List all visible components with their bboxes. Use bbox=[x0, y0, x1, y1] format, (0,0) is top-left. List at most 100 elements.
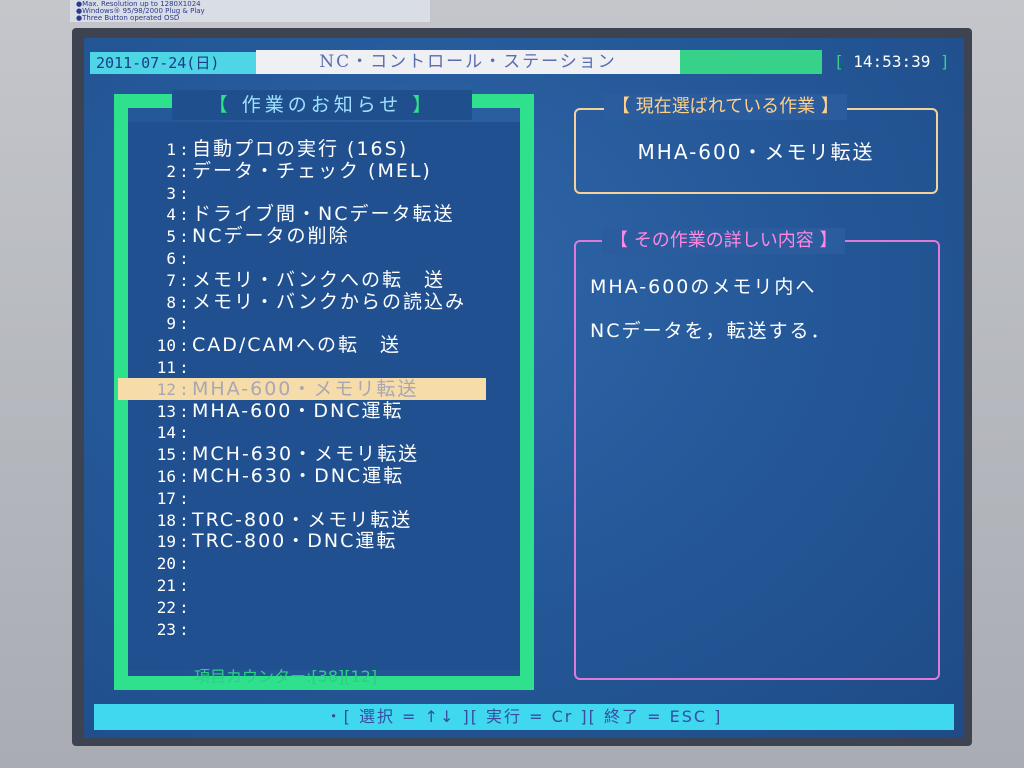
task-menu-item-separator: : bbox=[179, 402, 189, 421]
task-menu-item-separator: : bbox=[179, 184, 189, 203]
task-menu-item[interactable]: 15: MCH-630・メモリ転送 bbox=[138, 443, 419, 465]
task-menu-item-separator: : bbox=[179, 445, 189, 464]
task-menu-item-label: TRC-800・メモリ転送 bbox=[192, 509, 413, 531]
task-menu-item[interactable]: 21: bbox=[138, 574, 192, 596]
task-menu-item[interactable]: 11: bbox=[138, 356, 192, 378]
task-menu-item-separator: : bbox=[179, 271, 189, 290]
task-menu-item[interactable]: 2: データ・チェック (MEL) bbox=[138, 160, 432, 182]
task-menu-item-separator: : bbox=[179, 380, 189, 399]
task-menu-item-number: 5 bbox=[166, 227, 176, 246]
task-menu-item-separator: : bbox=[179, 532, 189, 551]
task-menu-item-separator: : bbox=[179, 227, 189, 246]
header-accent-bar bbox=[680, 50, 822, 74]
task-menu-item-label: NCデータの削除 bbox=[192, 225, 350, 247]
task-detail-line: NCデータを，転送する． bbox=[590, 320, 832, 342]
task-menu-item-number: 14 bbox=[156, 423, 176, 442]
task-menu-item-number: 17 bbox=[156, 489, 176, 508]
task-menu-item-number: 6 bbox=[166, 249, 176, 268]
task-menu-item[interactable]: 14: bbox=[138, 421, 192, 443]
task-menu-item[interactable]: 17: bbox=[138, 487, 192, 509]
task-menu-item-number: 15 bbox=[156, 445, 176, 464]
clock-bracket-close: ] bbox=[939, 52, 950, 71]
current-task-value: MHA-600・メモリ転送 bbox=[637, 140, 875, 164]
task-menu-item-label: CAD/CAMへの転 送 bbox=[192, 334, 401, 356]
task-menu-item-separator: : bbox=[179, 358, 189, 377]
task-menu-item-separator: : bbox=[179, 467, 189, 486]
task-menu-item-separator: : bbox=[179, 554, 189, 573]
task-menu-item-label: MCH-630・メモリ転送 bbox=[192, 443, 420, 465]
task-menu-item-label: MCH-630・DNC運転 bbox=[192, 465, 405, 487]
task-menu-item-number: 22 bbox=[156, 598, 176, 617]
task-menu-item-label: MHA-600・メモリ転送 bbox=[192, 378, 419, 400]
task-menu-item-separator: : bbox=[179, 576, 189, 595]
task-menu-item-number: 19 bbox=[156, 532, 176, 551]
task-menu-item[interactable]: 22: bbox=[138, 596, 192, 618]
monitor-spec-label: ●Max. Resolution up to 1280X1024 ●Window… bbox=[70, 0, 430, 22]
task-menu-item[interactable]: 19: TRC-800・DNC運転 bbox=[138, 530, 397, 552]
task-menu-item[interactable]: 18: TRC-800・メモリ転送 bbox=[138, 509, 412, 531]
task-menu-item-separator: : bbox=[179, 314, 189, 333]
task-menu-item-separator: : bbox=[179, 162, 189, 181]
task-menu-item-number: 18 bbox=[156, 511, 176, 530]
task-menu-item[interactable]: 5: NCデータの削除 bbox=[138, 225, 349, 247]
task-menu-item-number: 21 bbox=[156, 576, 176, 595]
task-menu-item[interactable]: 6: bbox=[138, 247, 192, 269]
task-menu-item-separator: : bbox=[179, 423, 189, 442]
spec-line: ●Three Button operated OSD bbox=[76, 14, 180, 22]
task-menu-item[interactable]: 1: 自動プロの実行 (16S) bbox=[138, 138, 408, 160]
task-menu-item[interactable]: 9: bbox=[138, 312, 192, 334]
task-menu-item[interactable]: 16: MCH-630・DNC運転 bbox=[138, 465, 404, 487]
task-menu-item-separator: : bbox=[179, 620, 189, 639]
title-bracket-open: 【 bbox=[208, 94, 232, 116]
task-menu-item-label: TRC-800・DNC運転 bbox=[192, 530, 398, 552]
task-menu-item-separator: : bbox=[179, 511, 189, 530]
clock-time: 14:53:39 bbox=[853, 52, 931, 71]
task-menu-item-number: 1 bbox=[166, 140, 176, 159]
task-menu-item[interactable]: 8: メモリ・バンクからの読込み bbox=[138, 291, 466, 313]
task-menu-item-separator: : bbox=[179, 205, 189, 224]
task-menu-item-number: 3 bbox=[166, 184, 176, 203]
clock: [ 14:53:39 ] bbox=[834, 50, 954, 74]
key-help-bar: ・[ 選択 = ↑↓ ][ 実行 = Cr ][ 終了 = ESC ] bbox=[94, 704, 954, 730]
task-menu-item[interactable]: 7: メモリ・バンクへの転 送 bbox=[138, 269, 445, 291]
task-menu-title-text: 作業のお知らせ bbox=[241, 94, 403, 116]
task-menu-title: 【 作業のお知らせ 】 bbox=[172, 90, 472, 120]
app-title: NC・コントロール・ステーション bbox=[256, 50, 680, 74]
task-menu-item-separator: : bbox=[179, 598, 189, 617]
task-menu-item-number: 13 bbox=[156, 402, 176, 421]
current-task-title: 【 現在選ばれている作業 】 bbox=[604, 94, 847, 120]
task-menu-item-separator: : bbox=[179, 489, 189, 508]
task-menu-item-number: 11 bbox=[156, 358, 176, 377]
task-menu-item-number: 8 bbox=[166, 293, 176, 312]
task-menu-item-label: ドライブ間・NCデータ転送 bbox=[192, 203, 455, 225]
task-menu-item-separator: : bbox=[179, 336, 189, 355]
task-menu-item[interactable]: 23: bbox=[138, 618, 192, 640]
task-menu-item[interactable]: 3: bbox=[138, 182, 192, 204]
task-menu-item[interactable]: 10: CAD/CAMへの転 送 bbox=[138, 334, 401, 356]
task-menu-item-number: 7 bbox=[166, 271, 176, 290]
task-menu-item-label: 自動プロの実行 (16S) bbox=[192, 138, 409, 160]
task-menu-item-label: MHA-600・DNC運転 bbox=[192, 400, 404, 422]
task-menu-item-selected[interactable]: 12: MHA-600・メモリ転送 bbox=[118, 378, 486, 400]
task-menu-item[interactable]: 4: ドライブ間・NCデータ転送 bbox=[138, 203, 454, 225]
task-menu-item-label: メモリ・バンクへの転 送 bbox=[192, 269, 445, 291]
task-menu-item-label: メモリ・バンクからの読込み bbox=[192, 291, 466, 313]
task-menu-item[interactable]: 20: bbox=[138, 552, 192, 574]
clock-bracket-open: [ bbox=[834, 52, 844, 71]
task-menu-item-number: 4 bbox=[166, 205, 176, 224]
task-menu-item-label: データ・チェック (MEL) bbox=[192, 160, 432, 182]
task-menu-item-separator: : bbox=[179, 140, 189, 159]
task-menu-item-number: 23 bbox=[156, 620, 176, 639]
task-menu-item-number: 20 bbox=[156, 554, 176, 573]
task-menu-item-separator: : bbox=[179, 249, 189, 268]
title-bracket-close: 】 bbox=[412, 94, 436, 116]
task-detail-title: 【 その作業の詳しい内容 】 bbox=[602, 228, 846, 254]
task-menu-item-separator: : bbox=[179, 293, 189, 312]
task-menu-item-number: 2 bbox=[166, 162, 176, 181]
terminal-display: 2011-07-24(日) NC・コントロール・ステーション [ 14:53:3… bbox=[84, 38, 964, 738]
date-display: 2011-07-24(日) bbox=[90, 52, 256, 74]
task-detail-line: MHA-600のメモリ内へ bbox=[590, 276, 817, 298]
task-menu-item-number: 16 bbox=[156, 467, 176, 486]
item-counter: 項目カウンター:[38][12] bbox=[194, 667, 378, 686]
task-menu-item[interactable]: 13: MHA-600・DNC運転 bbox=[138, 400, 404, 422]
